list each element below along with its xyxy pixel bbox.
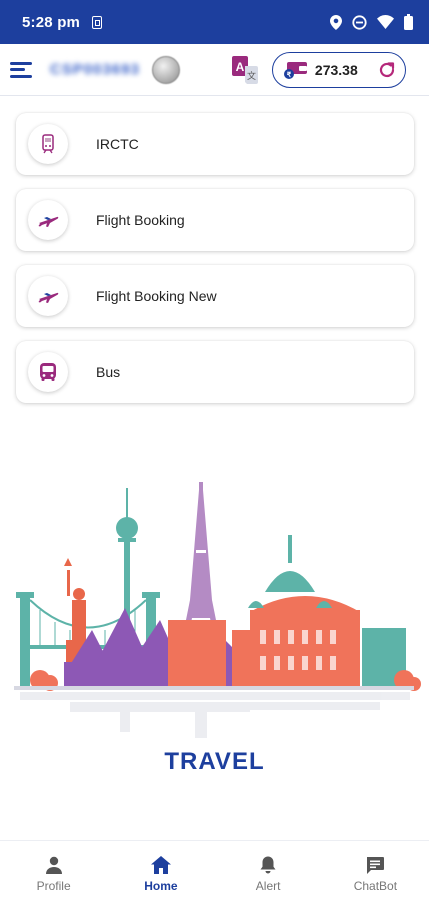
dnd-icon — [352, 14, 367, 30]
membership-badge — [151, 55, 180, 84]
bus-icon — [28, 352, 68, 392]
nav-profile[interactable]: Profile — [0, 841, 107, 900]
nav-label: ChatBot — [353, 879, 398, 893]
bottom-navigation: Profile Home Alert ChatBot — [0, 840, 429, 900]
nav-label: Alert — [255, 879, 281, 893]
nav-chatbot[interactable]: ChatBot — [322, 841, 429, 900]
app-header: CSP003693 A 文 ₹ 273.38 — [0, 44, 429, 96]
wallet-balance-button[interactable]: ₹ 273.38 — [271, 51, 406, 88]
location-icon — [330, 14, 342, 30]
banner-title: TRAVEL — [164, 748, 265, 775]
svg-text:₹: ₹ — [287, 71, 292, 79]
nav-alert[interactable]: Alert — [215, 841, 322, 900]
service-label: Bus — [96, 364, 121, 380]
svg-text:A: A — [236, 60, 245, 74]
sim-icon — [92, 15, 103, 29]
nav-label: Home — [144, 879, 178, 893]
menu-button[interactable] — [10, 59, 36, 81]
status-time: 5:28 pm — [22, 13, 81, 31]
wallet-amount: 273.38 — [314, 61, 358, 78]
battery-icon — [404, 14, 413, 30]
chat-icon — [367, 857, 385, 874]
language-translate-icon[interactable]: A 文 — [231, 55, 258, 84]
bell-icon — [260, 856, 276, 874]
nav-label: Profile — [36, 879, 71, 893]
service-list: IRCTC Flight Booking Flight Booking New — [16, 113, 414, 417]
menu-bar — [10, 68, 25, 71]
service-label: Flight Booking New — [96, 288, 217, 304]
wallet-icon: ₹ — [283, 61, 307, 79]
service-item-flight-booking[interactable]: Flight Booking — [16, 189, 414, 251]
user-id: CSP003693 — [50, 61, 140, 78]
menu-bar — [10, 61, 32, 65]
nav-home[interactable]: Home — [107, 841, 214, 900]
person-icon — [45, 856, 62, 874]
app-screen: 5:28 pm CSP003693 A 文 ₹ 273.38 IRCTC Fli… — [0, 0, 429, 900]
service-label: Flight Booking — [96, 212, 185, 228]
train-icon — [28, 124, 68, 164]
service-item-irctc[interactable]: IRCTC — [16, 113, 414, 175]
airplane-icon — [28, 276, 68, 316]
service-item-bus[interactable]: Bus — [16, 341, 414, 403]
status-bar: 5:28 pm — [0, 0, 429, 44]
airplane-icon — [28, 200, 68, 240]
service-item-flight-booking-new[interactable]: Flight Booking New — [16, 265, 414, 327]
svg-text:文: 文 — [247, 70, 256, 81]
travel-landmarks-illustration — [14, 482, 421, 738]
service-label: IRCTC — [96, 136, 139, 152]
status-icons — [330, 14, 413, 30]
wifi-icon — [377, 15, 394, 29]
home-icon — [150, 856, 171, 874]
menu-bar — [10, 74, 32, 78]
refresh-icon[interactable] — [377, 60, 397, 80]
